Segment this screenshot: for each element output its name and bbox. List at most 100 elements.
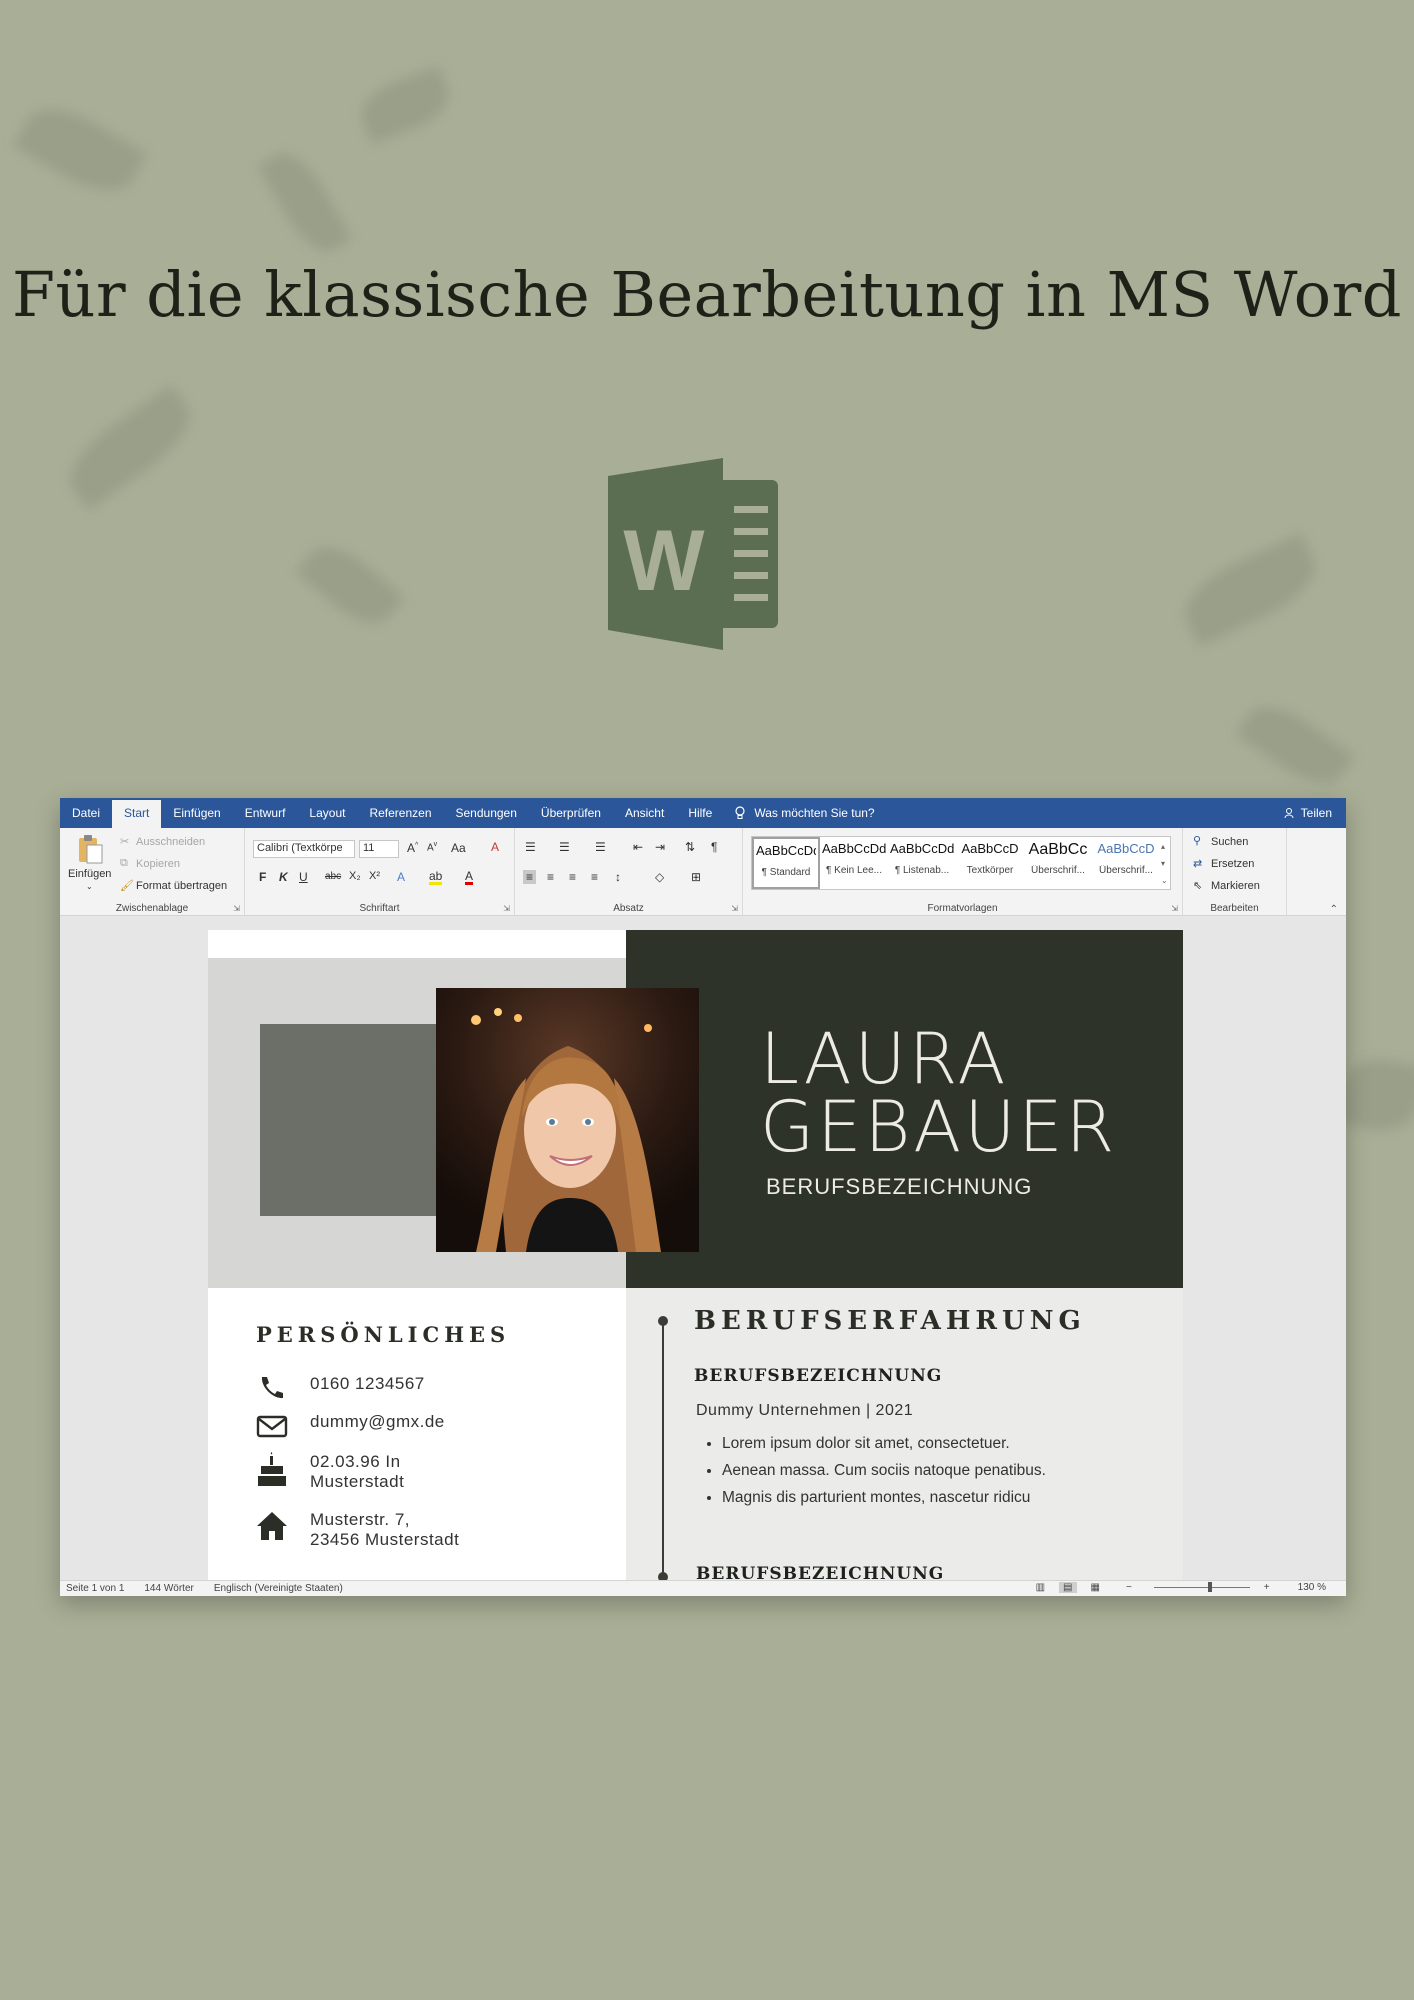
paragraph-label: Absatz [613,903,644,914]
contact-address: Musterstr. 7, 23456 Musterstadt [256,1510,459,1550]
tab-layout[interactable]: Layout [297,798,357,828]
language-status[interactable]: Englisch (Vereinigte Staaten) [214,1583,343,1594]
underline-button[interactable]: U [299,870,308,884]
word-window: Datei Start Einfügen Entwurf Layout Refe… [60,798,1346,1596]
style-body-text[interactable]: AaBbCcD Textkörper [956,837,1024,889]
text-effects-icon[interactable]: A [397,870,405,884]
read-mode-icon[interactable]: ▥ [1036,1582,1045,1593]
collapse-ribbon-icon[interactable]: ⌃ [1330,904,1338,915]
borders-icon[interactable]: ⊞ [691,870,701,884]
styles-launcher-icon[interactable]: ⇲ [1171,904,1178,913]
leaf-shadow [295,533,405,637]
strike-button[interactable]: abc [325,871,341,882]
tab-ueberpruefen[interactable]: Überprüfen [529,798,613,828]
pilcrow-icon[interactable]: ¶ [711,840,717,854]
decor-rectangle [260,1024,460,1216]
editing-label: Bearbeiten [1210,903,1259,914]
tab-start[interactable]: Start [112,800,162,828]
font-name-input[interactable]: Calibri (Textkörpe [253,840,355,858]
bold-button[interactable]: F [259,870,266,884]
style-standard[interactable]: AaBbCcDd ¶ Standard [752,837,820,889]
portrait-image [436,988,699,1252]
style-no-spacing[interactable]: AaBbCcDd ¶ Kein Lee... [820,837,888,889]
paste-dropdown[interactable]: ⌄ [86,882,93,891]
document-page[interactable]: LAURA GEBAUER BERUFSBEZEICHNUNG PERSÖNLI… [208,930,1183,1580]
tell-me-box[interactable]: Was möchten Sie tun? [734,806,875,820]
share-button[interactable]: Teilen [1284,798,1332,828]
tab-entwurf[interactable]: Entwurf [233,798,298,828]
zoom-out-icon[interactable]: − [1126,1582,1132,1593]
zoom-in-icon[interactable]: + [1264,1582,1270,1593]
bullets-icon[interactable]: ☰ [525,840,536,854]
clipboard-launcher-icon[interactable]: ⇲ [233,904,240,913]
tab-datei[interactable]: Datei [60,798,112,828]
sort-icon[interactable]: ⇅ [685,840,695,854]
paste-icon[interactable] [76,834,104,864]
tab-ansicht[interactable]: Ansicht [613,798,676,828]
contact-email: dummy@gmx.de [256,1412,445,1440]
tab-hilfe[interactable]: Hilfe [676,798,724,828]
position-title-2: BERUFSBEZEICHNUNG [696,1564,945,1580]
font-launcher-icon[interactable]: ⇲ [503,904,510,913]
contact-birth: 02.03.96 In Musterstadt [256,1452,404,1492]
decrease-indent-icon[interactable]: ⇤ [633,840,643,854]
numbering-icon[interactable]: ☰ [559,840,570,854]
document-area: LAURA GEBAUER BERUFSBEZEICHNUNG PERSÖNLI… [60,916,1346,1580]
align-left-icon[interactable]: ≡ [523,870,537,884]
align-right-icon[interactable]: ≡ [569,870,576,884]
paragraph-launcher-icon[interactable]: ⇲ [731,904,738,913]
line-spacing-icon[interactable]: ↕ [615,870,621,884]
replace-button[interactable]: Ersetzen [1211,858,1254,870]
web-layout-icon[interactable]: ▦ [1091,1582,1100,1593]
multilevel-icon[interactable]: ☰ [595,840,606,854]
style-heading-2[interactable]: AaBbCcD Überschrif... [1092,837,1160,889]
page-count[interactable]: Seite 1 von 1 [66,1583,124,1594]
zoom-level[interactable]: 130 % [1298,1582,1326,1593]
tab-sendungen[interactable]: Sendungen [444,798,529,828]
paste-button[interactable]: Einfügen [68,868,111,880]
styles-scroll-icon[interactable]: ▴ ▾ ⌄ [1161,838,1168,889]
word-count[interactable]: 144 Wörter [144,1583,193,1594]
format-painter-button[interactable]: Format übertragen [136,880,227,892]
headline: Für die klassische Bearbeitung in MS Wor… [12,258,1402,331]
tab-referenzen[interactable]: Referenzen [357,798,443,828]
highlight-icon[interactable]: ab [429,870,443,885]
last-name: GEBAUER [760,1086,1118,1168]
copy-icon: ⧉ [120,857,128,869]
editing-group: ⚲ Suchen ⇄ Ersetzen ⇖ Markieren Bearbeit… [1183,828,1287,916]
zoom-slider[interactable] [1153,1582,1250,1592]
leaf-shadow [354,66,456,144]
style-list[interactable]: AaBbCcDd ¶ Listenab... [888,837,956,889]
copy-button[interactable]: Kopieren [136,858,180,870]
leaf-shadow [1235,692,1355,798]
styles-label: Formatvorlagen [927,903,998,914]
replace-icon: ⇄ [1193,858,1203,870]
change-case-button[interactable]: Aa [451,841,466,855]
contact-phone: 0160 1234567 [256,1374,425,1402]
increase-indent-icon[interactable]: ⇥ [655,840,665,854]
find-button[interactable]: Suchen [1211,836,1248,848]
phone-icon [261,1377,283,1399]
timeline-dot [658,1316,668,1326]
cut-button[interactable]: Ausschneiden [136,836,205,848]
profile-photo [436,988,699,1252]
grow-font-icon[interactable]: A^ [407,841,418,855]
shrink-font-icon[interactable]: Av [427,841,437,853]
tab-einfuegen[interactable]: Einfügen [161,798,232,828]
clear-format-icon[interactable]: A [491,840,499,854]
leaf-shadow [13,94,147,206]
align-center-icon[interactable]: ≡ [547,870,554,884]
shading-icon[interactable]: ◇ [655,870,664,884]
subscript-button[interactable]: X₂ [349,870,361,882]
italic-button[interactable]: K [279,870,288,884]
address-line1: Musterstr. 7, [310,1510,411,1529]
style-heading-1[interactable]: AaBbCc Überschrif... [1024,837,1092,889]
zoom-slider-thumb[interactable] [1207,1582,1212,1592]
superscript-button[interactable]: X² [369,870,380,882]
justify-icon[interactable]: ≡ [591,870,598,884]
font-group: Calibri (Textkörpe 11 A^ Av Aa A F K U a… [245,828,515,916]
print-layout-icon[interactable]: ▤ [1059,1582,1077,1593]
font-color-icon[interactable]: A [465,870,474,885]
font-size-input[interactable]: 11 [359,840,399,858]
select-button[interactable]: Markieren [1211,880,1260,892]
